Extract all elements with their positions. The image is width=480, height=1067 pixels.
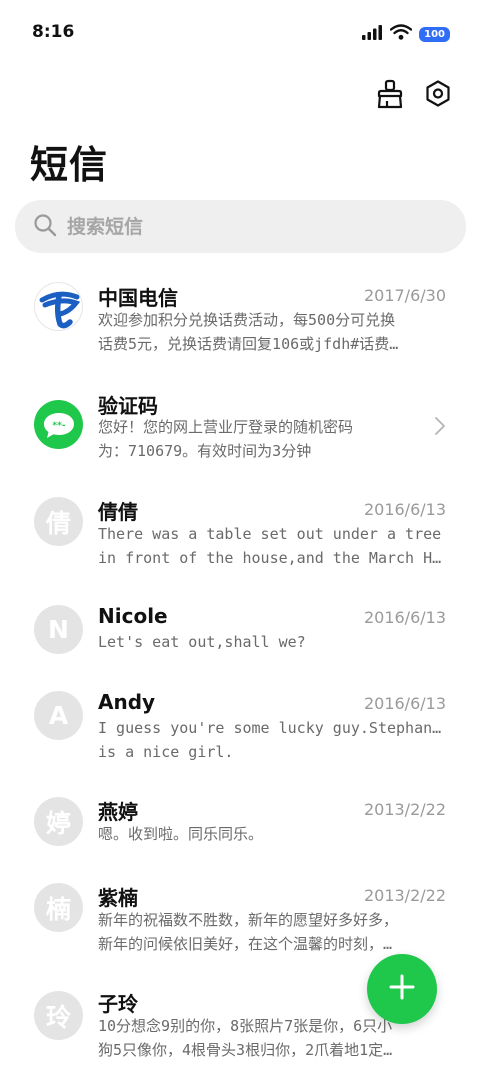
battery-indicator: 100: [419, 26, 450, 42]
china-telecom-logo-icon: [34, 282, 83, 331]
settings-gear-icon[interactable]: [422, 78, 454, 110]
top-actions: [374, 78, 454, 110]
page-title: 短信: [30, 143, 109, 187]
preview-line: 为：710679。有效时间为3分钟: [98, 442, 312, 460]
preview-line: 话费5元，兑换话费请回复106或jfdh#话费…: [98, 335, 399, 353]
conversation-item[interactable]: N Nicole 2016/6/13 Let's eat out,shall w…: [0, 594, 480, 674]
preview-line: 狗5只像你，4根骨头3根归你，2爪着地1定…: [98, 1041, 393, 1059]
preview-line: Let's eat out,shall we?: [98, 633, 306, 651]
status-icons: 100: [361, 24, 450, 44]
conversation-name: 燕婷: [98, 800, 138, 824]
sms-code-icon: **-: [34, 400, 83, 449]
preview-line: There was a table set out under a tree: [98, 525, 442, 543]
preview-line: is a nice girl.: [98, 743, 234, 761]
conversation-item[interactable]: 倩 倩倩 2016/6/13 There was a table set out…: [0, 486, 480, 586]
preview-line: 新年的问候依旧美好，在这个温馨的时刻，…: [98, 935, 393, 953]
search-icon: [33, 213, 57, 241]
preview-line: 欢迎参加积分兑换话费活动，每500分可兑换: [98, 311, 396, 329]
preview-line: I guess you're some lucky guy.Stephanie: [98, 719, 448, 737]
avatar: 楠: [34, 883, 83, 932]
status-time: 8:16: [32, 22, 75, 42]
conversation-name: 中国电信: [98, 286, 178, 310]
conversation-name: Nicole: [98, 604, 168, 628]
avatar: 倩: [34, 497, 83, 546]
conversation-date: 2016/6/13: [363, 500, 446, 519]
cellular-signal-icon: [361, 24, 383, 44]
conversation-date: 2016/6/13: [363, 694, 446, 713]
avatar: 婷: [34, 797, 83, 846]
conversation-preview: 您好！您的网上营业厅登录的随机密码 为：710679。有效时间为3分钟: [98, 415, 398, 463]
conversation-preview: Let's eat out,shall we?: [98, 630, 448, 654]
conversation-name: Andy: [98, 690, 156, 714]
plus-icon: [389, 974, 415, 1004]
conversation-item[interactable]: A Andy 2016/6/13 I guess you're some luc…: [0, 680, 480, 780]
sms-code-avatar-text: **-: [52, 421, 65, 431]
preview-line: 您好！您的网上营业厅登录的随机密码: [98, 418, 354, 436]
conversation-date: 2016/6/13: [363, 608, 446, 627]
conversation-preview: 新年的祝福数不胜数，新年的愿望好多好多， 新年的问候依旧美好，在这个温馨的时刻，…: [98, 908, 448, 956]
avatar: A: [34, 691, 83, 740]
search-input[interactable]: [67, 215, 427, 238]
conversation-date: 2013/2/22: [363, 800, 446, 819]
avatar: N: [34, 605, 83, 654]
conversation-preview: I guess you're some lucky guy.Stephanie …: [98, 716, 448, 764]
wifi-icon: [389, 24, 413, 44]
status-bar: 8:16 100: [0, 0, 480, 68]
preview-line: 新年的祝福数不胜数，新年的愿望好多好多，: [98, 911, 399, 929]
preview-line: in front of the house,and the March H…: [98, 549, 442, 567]
clean-brush-icon[interactable]: [374, 78, 406, 110]
conversation-item[interactable]: 婷 燕婷 2013/2/22 嗯。收到啦。同乐同乐。: [0, 786, 480, 866]
chevron-right-icon[interactable]: [434, 416, 446, 440]
conversation-name: 紫楠: [98, 886, 138, 910]
conversation-date: 2013/2/22: [363, 886, 446, 905]
conversation-preview: There was a table set out under a tree i…: [98, 522, 448, 570]
conversation-item[interactable]: 中国电信 2017/6/30 欢迎参加积分兑换话费活动，每500分可兑换 话费5…: [0, 270, 480, 370]
conversation-name: 倩倩: [98, 500, 138, 524]
new-message-button[interactable]: [367, 954, 437, 1024]
conversation-item[interactable]: **- 验证码 您好！您的网上营业厅登录的随机密码 为：710679。有效时间为…: [0, 378, 480, 478]
preview-line: 嗯。收到啦。同乐同乐。: [98, 825, 264, 843]
conversation-date: 2017/6/30: [363, 286, 446, 305]
search-bar[interactable]: [15, 200, 466, 253]
conversation-preview: 欢迎参加积分兑换话费活动，每500分可兑换 话费5元，兑换话费请回复106或jf…: [98, 308, 448, 356]
conversation-name: 子玲: [98, 992, 138, 1016]
avatar: 玲: [34, 991, 83, 1040]
conversation-preview: 嗯。收到啦。同乐同乐。: [98, 822, 448, 846]
